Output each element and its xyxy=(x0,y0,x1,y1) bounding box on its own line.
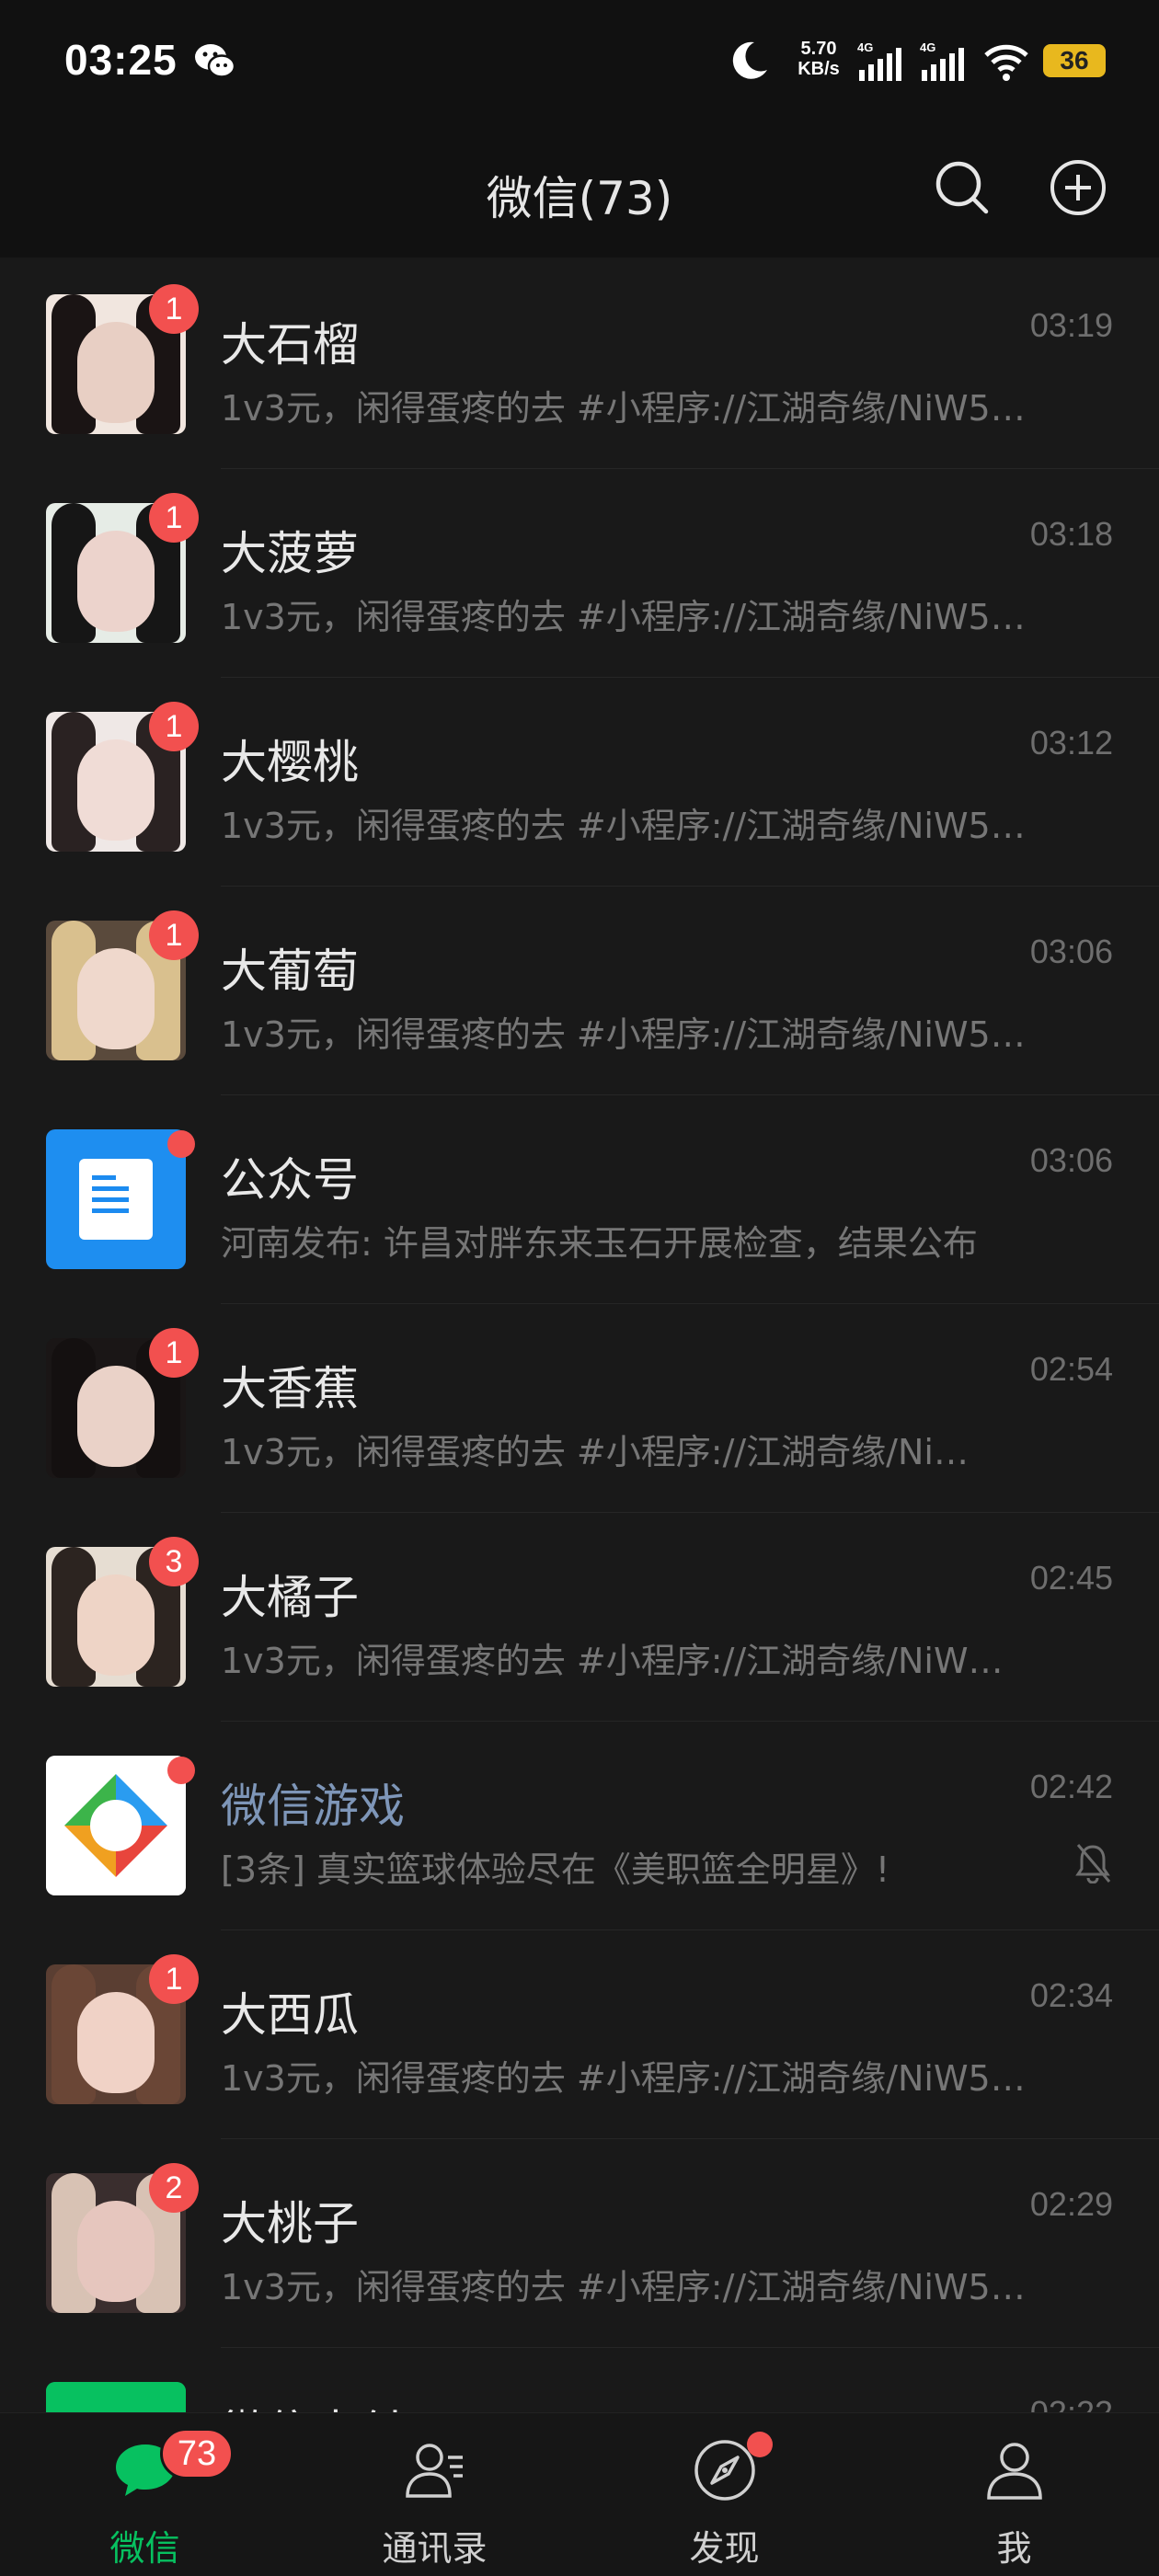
games-logo-icon xyxy=(46,1756,186,1895)
unread-badge: 1 xyxy=(149,910,199,960)
chat-preview: [3条] 真实篮球体验尽在《美职篮全明星》! xyxy=(221,1849,890,1890)
status-bar: 03:25 5.70 KB/s 4G 4G 36 xyxy=(0,0,1159,129)
contacts-icon xyxy=(406,2444,463,2498)
tab-me[interactable]: 我 xyxy=(869,2413,1159,2576)
tab-badge: 73 xyxy=(160,2428,234,2479)
unread-badge: 1 xyxy=(149,1954,199,2004)
chat-time: 02:22 xyxy=(1030,2394,1113,2412)
notification-dot xyxy=(747,2432,773,2457)
chat-preview: 河南发布: 许昌对胖东来玉石开展检查，结果公布 xyxy=(221,1223,978,1264)
header: 微信(73) xyxy=(0,129,1159,258)
chat-preview: 1v3元，闲得蛋疼的去 #小程序://江湖奇缘/NiW5… xyxy=(221,1014,1026,1055)
chat-name: 大香蕉 xyxy=(221,1362,359,1415)
unread-badge: 1 xyxy=(149,1328,199,1378)
signal-icon: 4G xyxy=(920,40,964,81)
battery-icon: 36 xyxy=(1043,44,1106,77)
chat-preview: 1v3元，闲得蛋疼的去 #小程序://江湖奇缘/NiW5… xyxy=(221,2058,1026,2099)
wechat-pay-icon xyxy=(46,2382,186,2412)
mute-bell-icon xyxy=(1073,1841,1113,1884)
signal-icon: 4G xyxy=(857,40,901,81)
chat-time: 02:54 xyxy=(1029,1350,1113,1388)
chat-time: 03:12 xyxy=(1029,724,1113,761)
chat-name: 大橘子 xyxy=(221,1571,359,1624)
chat-name: 大樱桃 xyxy=(221,736,359,789)
avatar xyxy=(46,2382,186,2412)
chat-row[interactable]: 1 大石榴 03:19 1v3元，闲得蛋疼的去 #小程序://江湖奇缘/NiW5… xyxy=(0,260,1159,469)
chat-preview: 1v3元，闲得蛋疼的去 #小程序://江湖奇缘/NiW5… xyxy=(221,806,1026,846)
chat-name: 大菠萝 xyxy=(221,527,359,580)
wifi-icon xyxy=(984,44,1028,81)
chat-row[interactable]: 2 大桃子 02:29 1v3元，闲得蛋疼的去 #小程序://江湖奇缘/NiW5… xyxy=(0,2139,1159,2348)
chat-time: 03:19 xyxy=(1029,306,1113,344)
notification-dot xyxy=(167,1757,195,1784)
chat-name: 微信支付 xyxy=(221,2396,405,2412)
chat-preview: 1v3元，闲得蛋疼的去 #小程序://江湖奇缘/NiW5… xyxy=(221,388,1026,429)
search-icon[interactable] xyxy=(933,158,992,217)
moon-icon xyxy=(732,41,767,79)
chat-row[interactable]: 微信支付 02:22 xyxy=(0,2348,1159,2412)
chat-name: 公众号 xyxy=(221,1153,359,1207)
tab-discover[interactable]: 发现 xyxy=(580,2413,869,2576)
chat-row[interactable]: 1 大樱桃 03:12 1v3元，闲得蛋疼的去 #小程序://江湖奇缘/NiW5… xyxy=(0,678,1159,887)
avatar xyxy=(46,1756,186,1895)
chat-name: 大西瓜 xyxy=(221,1988,359,2042)
tab-label: 发现 xyxy=(689,2528,760,2569)
chat-name: 大葡萄 xyxy=(221,945,359,998)
net-speed: 5.70 KB/s xyxy=(798,39,840,79)
unread-badge: 2 xyxy=(149,2163,199,2213)
wechat-notification-icon xyxy=(195,44,236,78)
tab-label: 我 xyxy=(996,2528,1032,2569)
chat-list[interactable]: 1 大石榴 03:19 1v3元，闲得蛋疼的去 #小程序://江湖奇缘/NiW5… 1 大… xyxy=(0,260,1159,2412)
notification-dot xyxy=(167,1130,195,1158)
chat-row[interactable]: 微信游戏 02:42 [3条] 真实篮球体验尽在《美职篮全明星》! xyxy=(0,1722,1159,1930)
chat-time: 03:06 xyxy=(1029,1141,1113,1179)
tab-label: 通讯录 xyxy=(382,2528,488,2569)
unread-badge: 1 xyxy=(149,493,199,543)
chat-row[interactable]: 3 大橘子 02:45 1v3元，闲得蛋疼的去 #小程序://江湖奇缘/NiW… xyxy=(0,1513,1159,1722)
unread-badge: 1 xyxy=(149,702,199,751)
add-circle-icon[interactable] xyxy=(1049,158,1107,217)
tab-chats[interactable]: 73 微信 xyxy=(0,2413,290,2576)
chat-time: 03:06 xyxy=(1029,933,1113,970)
chat-name: 微信游戏 xyxy=(221,1780,405,1833)
official-accounts-icon xyxy=(79,1159,153,1240)
chat-time: 02:42 xyxy=(1029,1768,1113,1805)
unread-badge: 3 xyxy=(149,1537,199,1586)
chat-time: 02:29 xyxy=(1029,2185,1113,2223)
chat-preview: 1v3元，闲得蛋疼的去 #小程序://江湖奇缘/Ni… xyxy=(221,1432,969,1472)
chat-time: 02:34 xyxy=(1029,1976,1113,2014)
chat-name: 大石榴 xyxy=(221,318,359,372)
tab-bar: 73 微信 通讯录 发现 我 xyxy=(0,2412,1159,2576)
chat-row[interactable]: 公众号 03:06 河南发布: 许昌对胖东来玉石开展检查，结果公布 xyxy=(0,1095,1159,1304)
chat-time: 03:18 xyxy=(1029,515,1113,553)
chat-row[interactable]: 1 大菠萝 03:18 1v3元，闲得蛋疼的去 #小程序://江湖奇缘/NiW5… xyxy=(0,469,1159,678)
unread-badge: 1 xyxy=(149,284,199,334)
chat-name: 大桃子 xyxy=(221,2197,359,2250)
avatar xyxy=(46,1129,186,1269)
chat-time: 02:45 xyxy=(1029,1559,1113,1597)
status-time: 03:25 xyxy=(64,36,178,84)
svg-text:4G: 4G xyxy=(857,40,873,54)
chat-preview: 1v3元，闲得蛋疼的去 #小程序://江湖奇缘/NiW5… xyxy=(221,597,1026,637)
chat-preview: 1v3元，闲得蛋疼的去 #小程序://江湖奇缘/NiW… xyxy=(221,1641,1004,1681)
svg-text:4G: 4G xyxy=(920,40,935,54)
chat-row[interactable]: 1 大西瓜 02:34 1v3元，闲得蛋疼的去 #小程序://江湖奇缘/NiW5… xyxy=(0,1930,1159,2139)
chat-row[interactable]: 1 大香蕉 02:54 1v3元，闲得蛋疼的去 #小程序://江湖奇缘/Ni… xyxy=(0,1304,1159,1513)
chat-preview: 1v3元，闲得蛋疼的去 #小程序://江湖奇缘/NiW5… xyxy=(221,2267,1026,2307)
tab-contacts[interactable]: 通讯录 xyxy=(290,2413,580,2576)
chat-row[interactable]: 1 大葡萄 03:06 1v3元，闲得蛋疼的去 #小程序://江湖奇缘/NiW5… xyxy=(0,887,1159,1095)
person-icon xyxy=(987,2443,1042,2500)
tab-label: 微信 xyxy=(109,2528,180,2569)
